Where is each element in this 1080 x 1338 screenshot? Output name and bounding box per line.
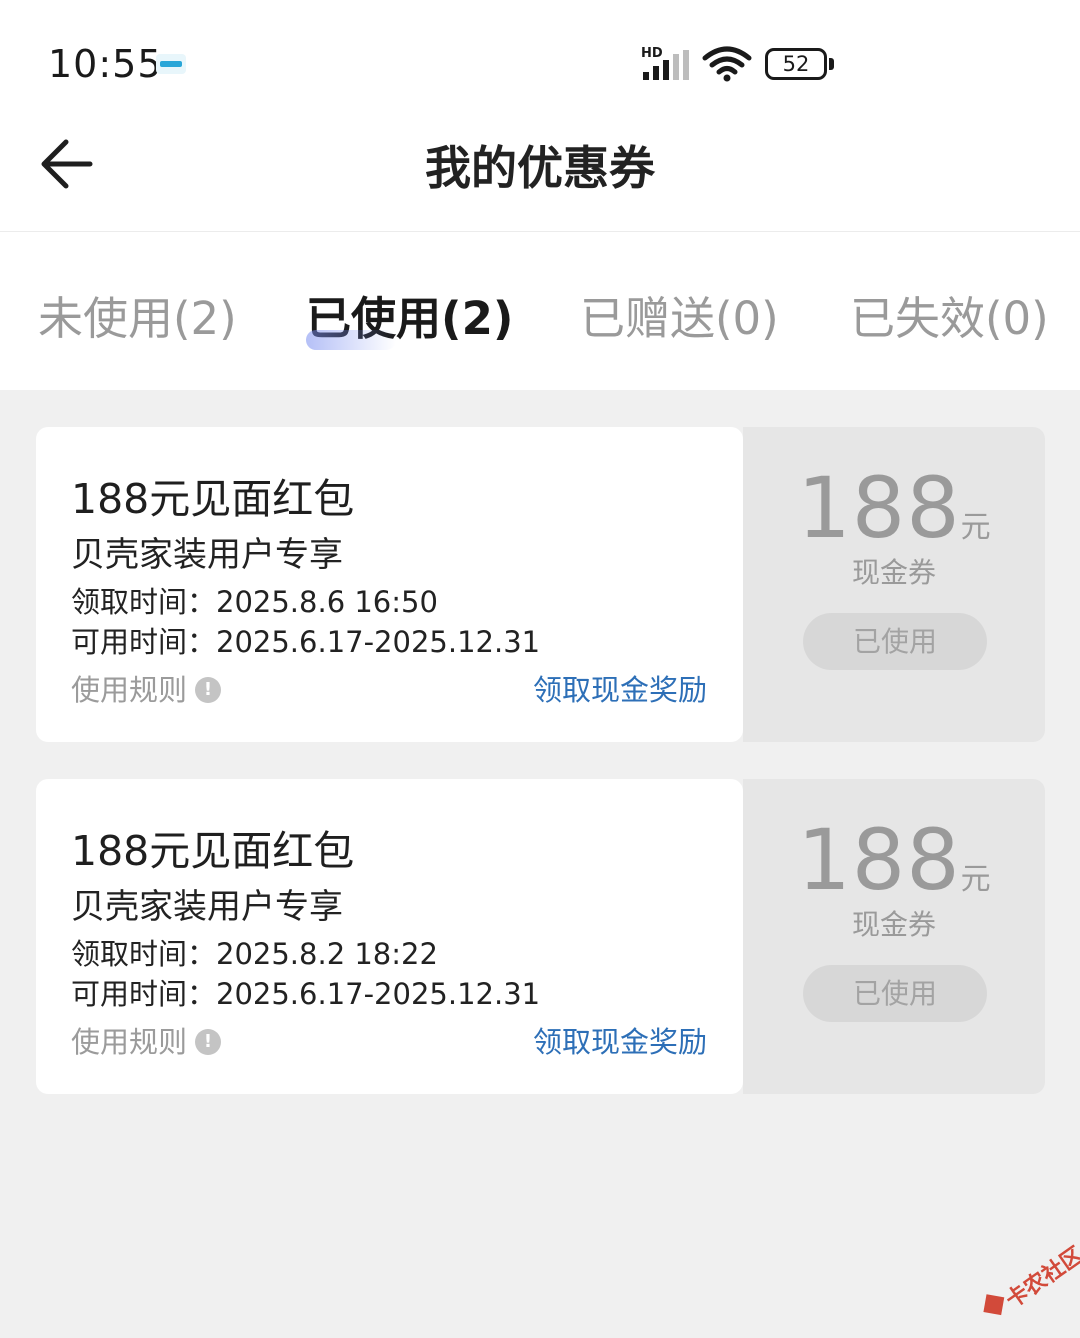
coupon-details: 188元见面红包 贝壳家装用户专享 领取时间：2025.8.2 18:22 可用… (36, 779, 743, 1094)
coupon-amount-group: 188元 (743, 459, 1045, 557)
coupon-details: 188元见面红包 贝壳家装用户专享 领取时间：2025.8.6 16:50 可用… (36, 427, 743, 742)
coupon-valid-period: 可用时间：2025.6.17-2025.12.31 (71, 977, 541, 1011)
coupon-card: 188元见面红包 贝壳家装用户专享 领取时间：2025.8.6 16:50 可用… (36, 427, 1045, 742)
active-tab-indicator (306, 330, 396, 350)
coupon-subtitle: 贝壳家装用户专享 (71, 887, 343, 927)
signal-icon (643, 50, 689, 80)
page-title: 我的优惠券 (425, 141, 655, 195)
app-notification-icon (156, 54, 186, 74)
battery-tip (829, 58, 834, 70)
coupon-amount: 188 (797, 459, 961, 557)
status-time: 10:55 (48, 42, 163, 86)
watermark-mark-icon (983, 1294, 1005, 1316)
coupon-card: 188元见面红包 贝壳家装用户专享 领取时间：2025.8.2 18:22 可用… (36, 779, 1045, 1094)
watermark-text: 卡农社区 (1001, 1242, 1080, 1314)
header-bar: 我的优惠券 (0, 108, 1080, 232)
coupon-amount: 188 (797, 811, 961, 909)
coupon-value-panel: 188元 现金券 已使用 (743, 779, 1045, 1094)
coupon-title: 188元见面红包 (71, 827, 355, 875)
used-status-button: 已使用 (803, 965, 987, 1022)
tab-expired[interactable]: 已失效(0) (850, 282, 1049, 347)
watermark-logo: 卡农社区 (970, 1229, 1080, 1336)
coupon-amount-group: 188元 (743, 811, 1045, 909)
wifi-icon (702, 46, 752, 82)
coupon-subtitle: 贝壳家装用户专享 (71, 535, 343, 575)
tab-gifted[interactable]: 已赠送(0) (580, 282, 779, 347)
used-status-button: 已使用 (803, 613, 987, 670)
coupon-received-time: 领取时间：2025.8.6 16:50 (71, 585, 438, 619)
usage-rules-label: 使用规则 (71, 1025, 188, 1059)
status-bar: 10:55 HD 52 (0, 0, 1080, 120)
usage-rules-link[interactable]: 使用规则! (71, 667, 222, 709)
coupon-unit: 元 (960, 510, 991, 545)
tab-unused[interactable]: 未使用(2) (38, 282, 237, 347)
info-icon: ! (195, 677, 222, 703)
claim-cash-reward-link[interactable]: 领取现金奖励 (533, 1019, 707, 1061)
claim-cash-reward-link[interactable]: 领取现金奖励 (533, 667, 707, 709)
usage-rules-label: 使用规则 (71, 673, 188, 707)
usage-rules-link[interactable]: 使用规则! (71, 1019, 222, 1061)
coupon-unit: 元 (960, 862, 991, 897)
coupon-type: 现金券 (851, 556, 936, 589)
coupon-valid-period: 可用时间：2025.6.17-2025.12.31 (71, 625, 541, 659)
coupon-value-panel: 188元 现金券 已使用 (743, 427, 1045, 742)
coupon-received-time: 领取时间：2025.8.2 18:22 (71, 937, 438, 971)
coupon-type: 现金券 (851, 908, 936, 941)
coupon-title: 188元见面红包 (71, 475, 355, 523)
tab-bar: 未使用(2) 已使用(2) 已赠送(0) 已失效(0) (0, 232, 1080, 390)
battery-indicator: 52 (765, 48, 827, 80)
info-icon: ! (195, 1029, 222, 1055)
